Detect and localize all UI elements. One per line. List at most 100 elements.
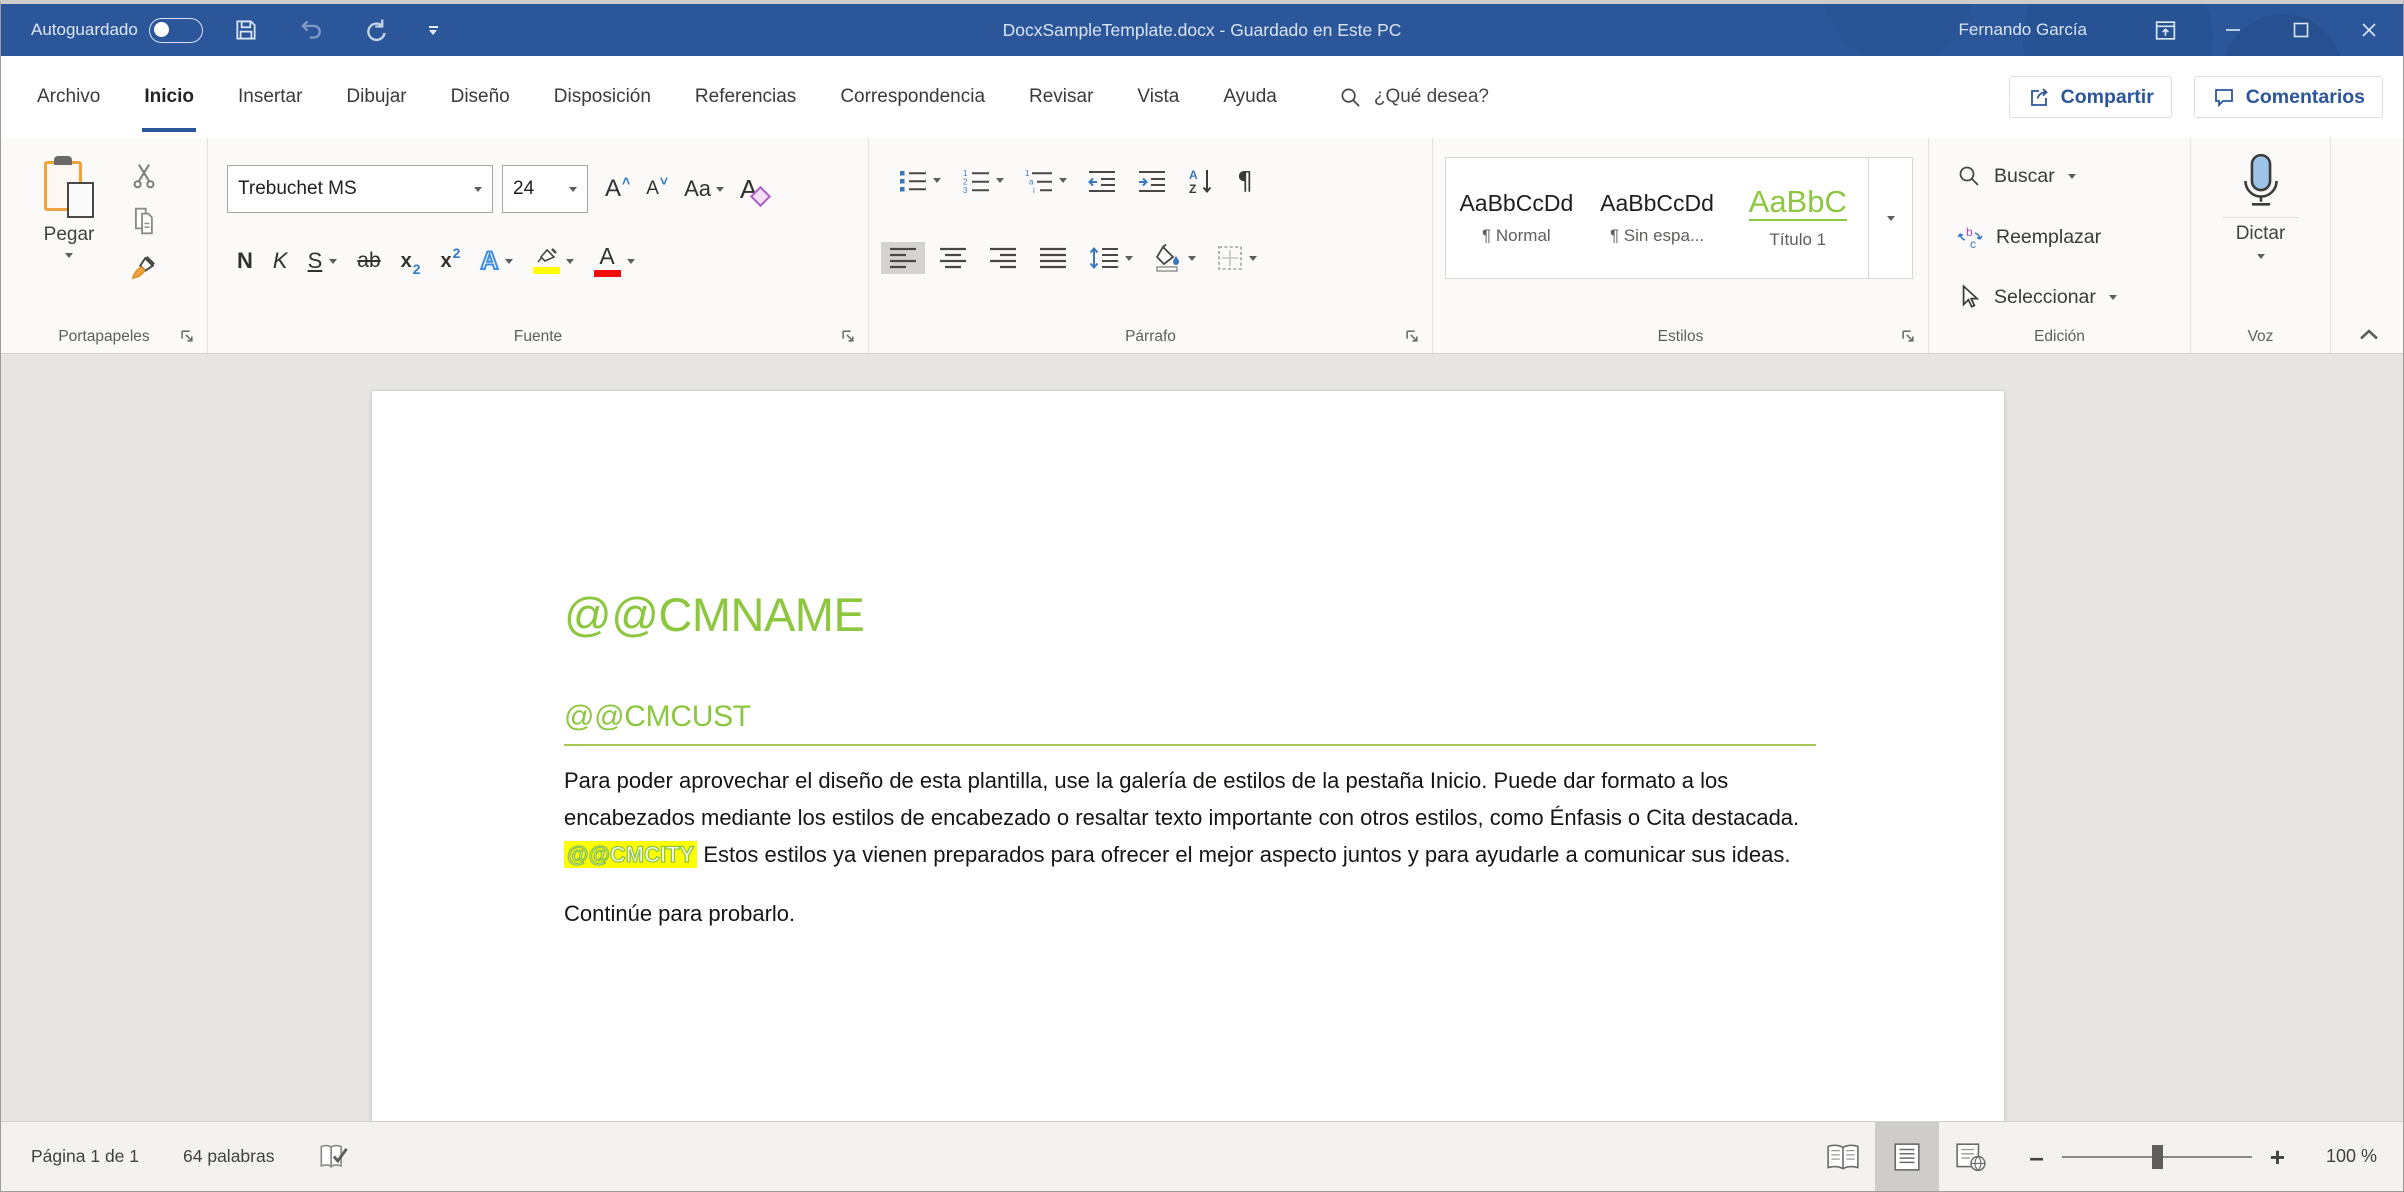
autosave-switch[interactable]: [148, 17, 203, 43]
web-layout-button[interactable]: [1939, 1122, 2003, 1191]
superscript-button[interactable]: x2: [434, 245, 468, 277]
dialog-launcher-portapapeles[interactable]: [180, 329, 195, 344]
doc-paragraph[interactable]: Para poder aprovechar el diseño de esta …: [564, 762, 1816, 873]
style-sin-espaciado[interactable]: AaBbCcDd ¶ Sin espa...: [1587, 158, 1728, 278]
doc-closing-line[interactable]: Continúe para probarlo.: [564, 895, 1816, 932]
increase-indent-button[interactable]: [1130, 164, 1174, 198]
microphone-icon: [2243, 153, 2278, 206]
dialog-launcher-fuente[interactable]: [841, 329, 856, 344]
justify-button[interactable]: [1031, 242, 1075, 274]
align-left-button[interactable]: [881, 242, 925, 274]
numbering-button[interactable]: 1 2 3: [954, 164, 1011, 198]
doc-heading-2[interactable]: @@CMCUST: [564, 700, 1816, 746]
text-effects-button[interactable]: A: [473, 243, 519, 280]
save-button[interactable]: [233, 17, 259, 43]
customize-quick-access-button[interactable]: [428, 25, 438, 35]
tab-dibujar[interactable]: Dibujar: [335, 56, 417, 138]
tab-correspondencia[interactable]: Correspondencia: [829, 56, 996, 138]
copy-button[interactable]: [131, 206, 158, 236]
read-mode-button[interactable]: [1811, 1122, 1875, 1191]
shading-button[interactable]: [1146, 240, 1203, 276]
cut-button[interactable]: [131, 162, 157, 190]
maximize-button[interactable]: [2267, 4, 2335, 56]
proofing-status-button[interactable]: [318, 1142, 351, 1171]
zoom-slider-handle[interactable]: [2151, 1144, 2163, 1169]
change-case-button[interactable]: Aa: [677, 170, 731, 209]
style-normal[interactable]: AaBbCcDd ¶ Normal: [1446, 158, 1587, 278]
bullets-button[interactable]: [891, 164, 948, 198]
clear-formatting-button[interactable]: A: [733, 170, 775, 209]
chevron-down-icon: [329, 258, 338, 264]
autosave-toggle[interactable]: Autoguardado: [31, 17, 203, 43]
borders-button[interactable]: [1209, 240, 1264, 276]
replace-button[interactable]: b c Reemplazar: [1957, 224, 2101, 250]
zoom-in-button[interactable]: +: [2270, 1144, 2285, 1170]
paste-button[interactable]: Pegar: [19, 156, 119, 258]
page-indicator[interactable]: Página 1 de 1: [31, 1146, 139, 1167]
dialog-launcher-parrafo[interactable]: [1405, 329, 1420, 344]
undo-button[interactable]: [297, 16, 325, 44]
paste-dropdown-caret[interactable]: [65, 253, 73, 258]
subscript-button[interactable]: x2: [394, 246, 428, 278]
close-button[interactable]: [2335, 4, 2403, 56]
tab-insertar[interactable]: Insertar: [227, 56, 313, 138]
minimize-button[interactable]: [2199, 4, 2267, 56]
tab-revisar[interactable]: Revisar: [1018, 56, 1104, 138]
share-button[interactable]: Compartir: [2008, 76, 2172, 118]
find-label: Buscar: [1994, 164, 2055, 187]
tab-vista[interactable]: Vista: [1126, 56, 1190, 138]
format-painter-button[interactable]: [129, 252, 159, 282]
doc-heading-1[interactable]: @@CMNAME: [564, 587, 1816, 642]
dialog-launcher-estilos[interactable]: [1901, 329, 1916, 344]
ribbon-display-options-button[interactable]: [2131, 4, 2199, 56]
italic-button[interactable]: K: [266, 244, 295, 278]
borders-icon: [1218, 246, 1242, 270]
font-name-combobox[interactable]: Trebuchet MS: [227, 165, 493, 213]
tab-inicio[interactable]: Inicio: [133, 56, 205, 138]
tab-referencias[interactable]: Referencias: [684, 56, 807, 138]
account-user-name[interactable]: Fernando García: [1958, 20, 2087, 40]
text-highlight-button[interactable]: [526, 244, 581, 278]
sort-button[interactable]: A Z: [1180, 163, 1224, 199]
tab-archivo[interactable]: Archivo: [26, 56, 111, 138]
highlighted-placeholder[interactable]: @@CMCITY: [564, 841, 698, 868]
tab-ayuda[interactable]: Ayuda: [1212, 56, 1288, 138]
print-layout-button[interactable]: [1875, 1122, 1940, 1191]
align-right-button[interactable]: [981, 242, 1025, 274]
redo-button[interactable]: [363, 16, 391, 44]
web-layout-icon: [1956, 1142, 1986, 1171]
autosave-label: Autoguardado: [31, 20, 138, 39]
multilevel-list-button[interactable]: 1 a i: [1017, 164, 1074, 198]
document-page[interactable]: @@CMNAME @@CMCUST Para poder aprovechar …: [371, 390, 2005, 1121]
shrink-font-button[interactable]: A ˅: [639, 170, 675, 209]
comments-button[interactable]: Comentarios: [2193, 76, 2383, 118]
select-label: Seleccionar: [1994, 285, 2096, 308]
document-canvas[interactable]: @@CMNAME @@CMCUST Para poder aprovechar …: [1, 354, 2403, 1121]
word-count[interactable]: 64 palabras: [183, 1146, 274, 1167]
show-marks-button[interactable]: ¶: [1230, 162, 1260, 199]
tab-diseno[interactable]: Diseño: [440, 56, 521, 138]
chevron-down-icon: [565, 258, 574, 264]
chevron-down-icon: [1125, 255, 1133, 261]
zoom-level[interactable]: 100 %: [2303, 1146, 2377, 1167]
styles-gallery-more-button[interactable]: [1868, 158, 1912, 278]
select-button[interactable]: Seleccionar: [1957, 284, 2117, 310]
align-center-button[interactable]: [931, 242, 975, 274]
bold-button[interactable]: N: [230, 244, 260, 278]
zoom-out-button[interactable]: –: [2029, 1144, 2043, 1170]
font-size-combobox[interactable]: 24: [502, 165, 588, 213]
collapse-ribbon-button[interactable]: [2359, 328, 2379, 341]
decrease-indent-button[interactable]: [1080, 164, 1124, 198]
grow-font-button[interactable]: A ˄: [598, 170, 637, 209]
dictate-button[interactable]: Dictar: [2191, 152, 2330, 259]
font-color-button[interactable]: A: [587, 241, 642, 281]
zoom-slider[interactable]: [2061, 1144, 2252, 1169]
underline-button[interactable]: S: [301, 244, 345, 278]
style-titulo-1[interactable]: AaBbC Título 1: [1727, 158, 1868, 278]
line-spacing-button[interactable]: [1081, 241, 1140, 275]
tab-disposicion[interactable]: Disposición: [543, 56, 662, 138]
strikethrough-button[interactable]: ab: [350, 245, 387, 277]
find-button[interactable]: Buscar: [1957, 164, 2076, 188]
tell-me-search[interactable]: ¿Qué desea?: [1339, 86, 1489, 109]
replace-c: c: [1970, 237, 1976, 250]
